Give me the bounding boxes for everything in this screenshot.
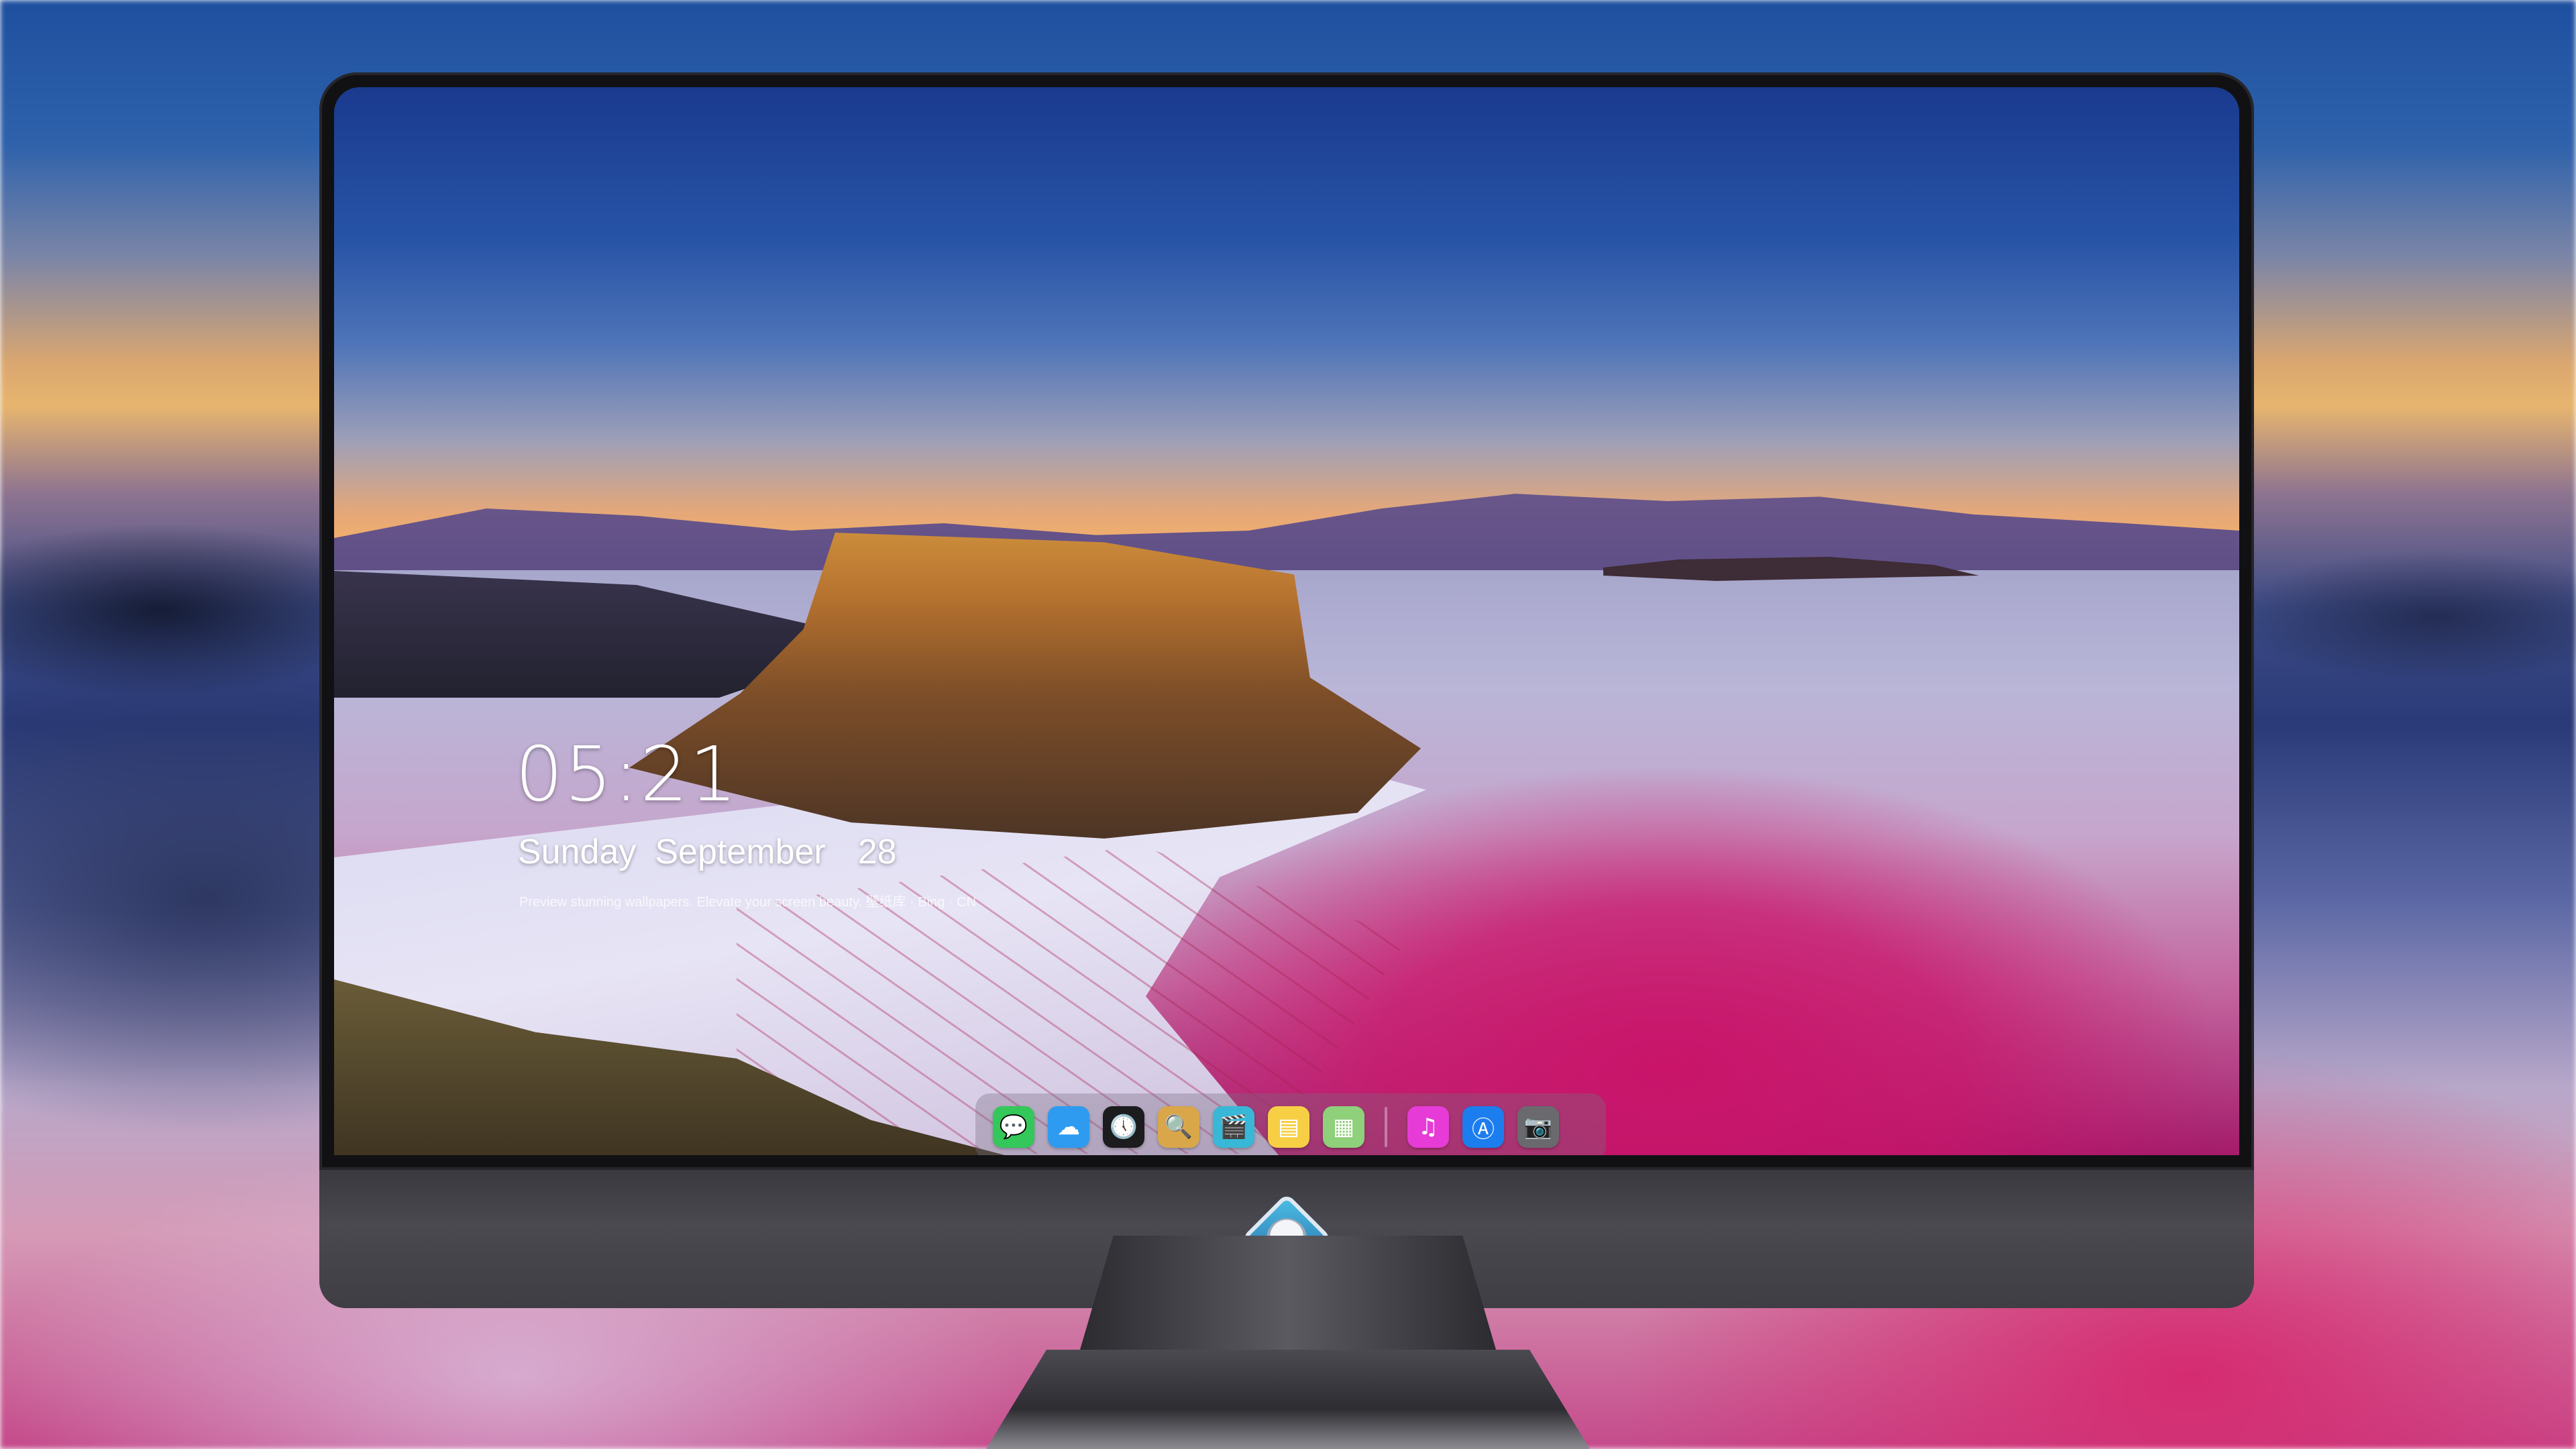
wallpaper-caption[interactable]: Preview stunning wallpapers. Elevate you… <box>519 891 976 910</box>
app-store-icon[interactable]: Ⓐ <box>1462 1106 1504 1148</box>
dock: 💬 ☁ 🕔 🔍 🎬 ▤ ▦ ♫ Ⓐ 📷 <box>975 1093 1606 1155</box>
monitor: 05:21 Sunday September 28 Preview stunning… <box>319 72 2254 1308</box>
lock-screen[interactable]: 05:21 Sunday September 28 Preview stunning… <box>334 87 2239 1155</box>
date-day: 28 <box>857 833 897 871</box>
notes-icon[interactable]: ▤ <box>1268 1106 1309 1148</box>
music-note-icon[interactable]: ♫ <box>1407 1106 1449 1148</box>
monitor-stand-neck <box>1080 1236 1496 1350</box>
lock-clock: 05:21 <box>515 731 739 818</box>
preview-icon[interactable]: 🔍 <box>1158 1106 1199 1148</box>
clock-icon[interactable]: 🕔 <box>1103 1106 1144 1148</box>
photos-icon[interactable]: ▦ <box>1323 1106 1364 1148</box>
camera-icon[interactable]: 📷 <box>1517 1106 1559 1148</box>
background-shade-right <box>2227 550 2576 684</box>
lock-date: Sunday September 28 <box>518 832 916 872</box>
date-weekday: Sunday <box>518 833 637 871</box>
weather-cloud-icon[interactable]: ☁ <box>1048 1106 1089 1148</box>
date-month: September <box>655 833 826 871</box>
dock-separator <box>1385 1107 1387 1147</box>
clapperboard-icon[interactable]: 🎬 <box>1213 1106 1254 1148</box>
monitor-stand-base <box>986 1350 1590 1449</box>
message-bubble-icon[interactable]: 💬 <box>993 1106 1034 1148</box>
